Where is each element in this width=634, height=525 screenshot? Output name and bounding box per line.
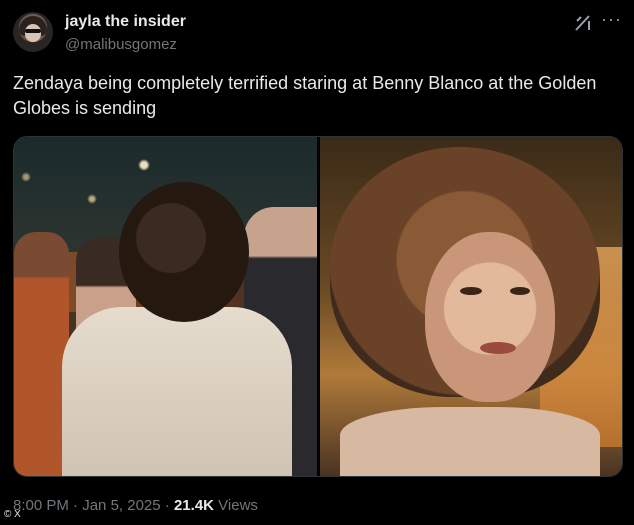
x-watermark: © X <box>4 509 21 520</box>
views-count[interactable]: 21.4K <box>174 497 214 514</box>
media-photo-left[interactable] <box>14 137 317 476</box>
face-shape <box>425 232 555 402</box>
tweet-date[interactable]: Jan 5, 2025 <box>82 497 160 514</box>
meta-separator-2: · <box>160 497 174 514</box>
eye-left <box>460 287 482 295</box>
tweet-time[interactable]: 8:00 PM <box>13 497 69 514</box>
white-suit-figure <box>62 307 292 476</box>
views-label: Views <box>214 497 258 514</box>
meta-separator: · <box>68 497 83 514</box>
woman-figure <box>14 232 69 476</box>
eye-right <box>510 287 530 295</box>
avatar-glasses <box>25 29 41 33</box>
lips <box>480 342 516 354</box>
tweet-media[interactable] <box>13 136 623 477</box>
shoulder-shape <box>340 407 600 476</box>
tweet-text: Zendaya being completely terrified stari… <box>13 73 597 118</box>
user-handle[interactable]: @malibusgomez <box>65 36 177 53</box>
avatar-face <box>25 24 41 42</box>
tweet-meta: 8:00 PM · Jan 5, 2025 · 21.4K Views <box>13 497 258 514</box>
more-icon[interactable]: ··· <box>601 9 622 30</box>
curly-hair-head <box>119 182 249 322</box>
avatar[interactable] <box>13 12 53 52</box>
media-photo-right[interactable] <box>320 137 622 476</box>
display-name[interactable]: jayla the insider <box>65 13 186 31</box>
grok-icon[interactable] <box>573 13 593 33</box>
